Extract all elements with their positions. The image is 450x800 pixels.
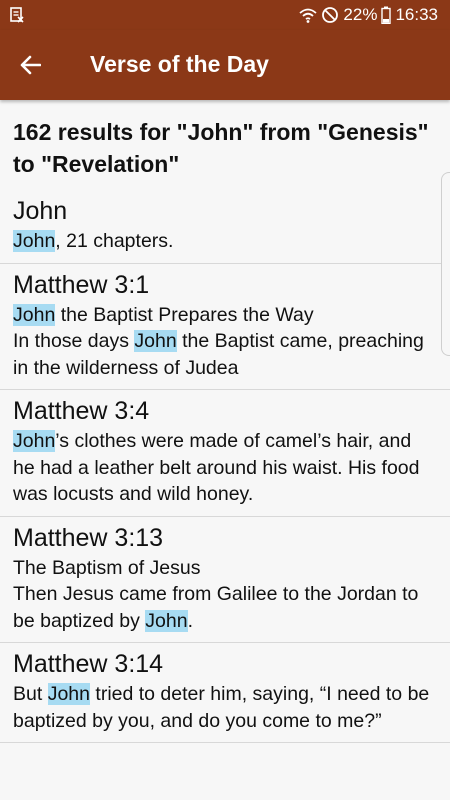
text-segment: ’s clothes were made of camel’s hair, an… (13, 430, 420, 505)
result-item[interactable]: John John, 21 chapters. (0, 190, 450, 264)
result-text: John, 21 chapters. (13, 228, 437, 255)
result-reference: Matthew 3:14 (13, 650, 164, 678)
back-arrow-icon (20, 55, 41, 75)
back-button[interactable] (10, 45, 50, 85)
app-bar: Verse of the Day (0, 30, 450, 100)
search-highlight: John (13, 303, 56, 326)
search-results-list[interactable]: 162 results for "John" from "Genesis" to… (0, 100, 450, 800)
result-item[interactable]: Matthew 3:4 John’s clothes were made of c… (0, 390, 450, 517)
text-segment: the Baptist Prepares the Way (55, 303, 314, 326)
do-not-disturb-icon (322, 7, 339, 23)
result-text: In those days John the Baptist came, pre… (13, 328, 437, 381)
result-reference: Matthew 3:1 (13, 270, 150, 299)
result-reference: Matthew 3:4 (13, 397, 150, 425)
search-highlight: John (47, 683, 90, 705)
text-segment: , 21 chapters. (55, 230, 174, 252)
result-text: The Baptism of Jesus (13, 555, 437, 582)
search-highlight: John (13, 230, 56, 252)
results-summary: 162 results for "John" from "Genesis" to… (13, 119, 429, 177)
result-reference: John (13, 197, 68, 225)
edge-panel-handle[interactable] (441, 172, 450, 356)
search-highlight: John (145, 609, 188, 632)
wifi-icon (299, 8, 318, 23)
result-text: But John tried to deter him, saying, “I … (13, 681, 437, 734)
text-segment: But (13, 683, 48, 705)
text-segment: The Baptism of Jesus (13, 556, 201, 579)
clock: 16:33 (395, 5, 438, 24)
notification-icon (10, 7, 24, 23)
result-item[interactable]: Matthew 3:14 But John tried to deter him,… (0, 643, 450, 743)
text-segment: . (187, 609, 193, 632)
result-item[interactable]: Matthew 3:13 The Baptism of Jesus Then Jes… (0, 517, 450, 643)
result-item[interactable]: Matthew 3:1 John the Baptist Prepares the… (0, 264, 450, 390)
search-highlight: John (13, 430, 56, 452)
result-text: John the Baptist Prepares the Way (13, 302, 437, 329)
battery-icon (381, 6, 392, 24)
status-bar: 22% 16:33 (0, 0, 450, 30)
result-reference: Matthew 3:13 (13, 523, 164, 552)
battery-percent: 22% (343, 5, 378, 24)
text-segment: Then Jesus came from Galilee to the Jord… (13, 583, 419, 632)
result-text: John’s clothes were made of camel’s hair… (13, 428, 437, 508)
search-highlight: John (134, 330, 177, 352)
text-segment: In those days (13, 330, 135, 352)
page-title: Verse of the Day (90, 51, 269, 77)
result-text: Then Jesus came from Galilee to the Jord… (13, 581, 437, 634)
